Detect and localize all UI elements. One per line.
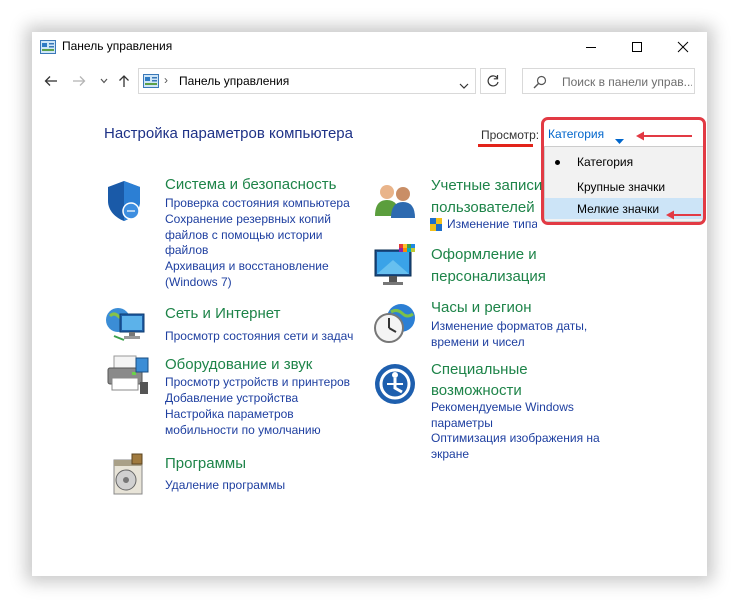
category-user-accounts[interactable]: Учетные записи пользователей	[431, 175, 549, 219]
up-arrow-icon	[119, 75, 129, 87]
forward-arrow-icon	[73, 76, 86, 86]
category-clock-region[interactable]: Часы и регион	[431, 298, 532, 318]
chevron-down-icon	[459, 83, 469, 89]
back-button[interactable]	[42, 72, 60, 90]
category-ease-of-access[interactable]: Специальные возможности	[431, 359, 541, 401]
link-optimize-display[interactable]: Оптимизация изображения на экране	[431, 431, 606, 462]
window-title: Панель управления	[62, 39, 173, 53]
chevron-down-icon	[100, 78, 108, 84]
category-system-security[interactable]: Система и безопасность	[165, 175, 336, 195]
address-dropdown-button[interactable]	[459, 77, 469, 95]
back-arrow-icon	[44, 76, 57, 86]
title-bar: Панель управления	[32, 32, 707, 62]
control-panel-icon	[40, 40, 56, 59]
link-devices-printers[interactable]: Просмотр устройств и принтеров	[165, 375, 350, 391]
category-programs[interactable]: Программы	[165, 454, 246, 474]
link-add-device[interactable]: Добавление устройства	[165, 391, 298, 407]
breadcrumb-separator-icon: ›	[164, 73, 168, 87]
link-check-computer-status[interactable]: Проверка состояния компьютера	[165, 196, 350, 212]
annotation-arrow-icon	[666, 208, 702, 226]
link-file-history-backup[interactable]: Сохранение резервных копий файлов с помо…	[165, 212, 345, 259]
forward-button[interactable]	[70, 72, 88, 90]
annotation-arrow-icon	[636, 129, 694, 147]
refresh-button[interactable]	[480, 68, 506, 94]
link-date-time-formats[interactable]: Изменение форматов даты, времени и чисел	[431, 319, 606, 350]
monitor-palette-icon	[373, 244, 419, 295]
recent-locations-button[interactable]	[95, 72, 113, 90]
page-title: Настройка параметров компьютера	[104, 125, 353, 142]
minimize-button[interactable]	[568, 32, 614, 62]
network-globe-icon	[104, 302, 148, 349]
close-button[interactable]	[660, 32, 706, 62]
search-input[interactable]: Поиск в панели управ...	[522, 68, 695, 94]
accessibility-icon	[373, 362, 419, 413]
maximize-icon	[632, 42, 642, 52]
clock-globe-icon	[373, 300, 419, 351]
link-network-status[interactable]: Просмотр состояния сети и задач	[165, 329, 353, 345]
link-mobility-settings[interactable]: Настройка параметров мобильности по умол…	[165, 407, 345, 438]
close-icon	[677, 41, 689, 53]
address-bar[interactable]: › Панель управления	[138, 68, 476, 94]
refresh-icon	[487, 75, 499, 87]
breadcrumb-control-panel[interactable]: Панель управления	[179, 74, 289, 88]
view-by-label: Просмотр:	[481, 128, 540, 142]
link-recommended-settings[interactable]: Рекомендуемые Windows параметры	[431, 400, 581, 431]
printer-icon	[104, 354, 150, 403]
minimize-icon	[586, 47, 596, 48]
link-change-account-type[interactable]: Изменение типа учетной записи	[447, 217, 537, 233]
category-network-internet[interactable]: Сеть и Интернет	[165, 304, 281, 324]
search-icon	[533, 75, 547, 94]
address-row: › Панель управления Поиск в панели управ…	[32, 66, 707, 96]
link-backup-restore[interactable]: Архивация и восстановление (Windows 7)	[165, 259, 345, 290]
search-placeholder: Поиск в панели управ...	[562, 75, 692, 89]
programs-disc-icon	[108, 452, 148, 501]
uac-shield-icon	[430, 218, 442, 236]
category-appearance[interactable]: Оформление и персонализация	[431, 244, 561, 288]
maximize-button[interactable]	[614, 32, 660, 62]
users-icon	[373, 182, 417, 223]
up-button[interactable]	[115, 72, 133, 90]
category-hardware-sound[interactable]: Оборудование и звук	[165, 355, 312, 375]
shield-icon	[104, 179, 144, 228]
link-uninstall-program[interactable]: Удаление программы	[165, 478, 285, 494]
control-panel-window: Панель управления › Панель управления По…	[32, 32, 707, 576]
control-panel-icon	[143, 74, 159, 93]
annotation-underline	[478, 144, 533, 147]
